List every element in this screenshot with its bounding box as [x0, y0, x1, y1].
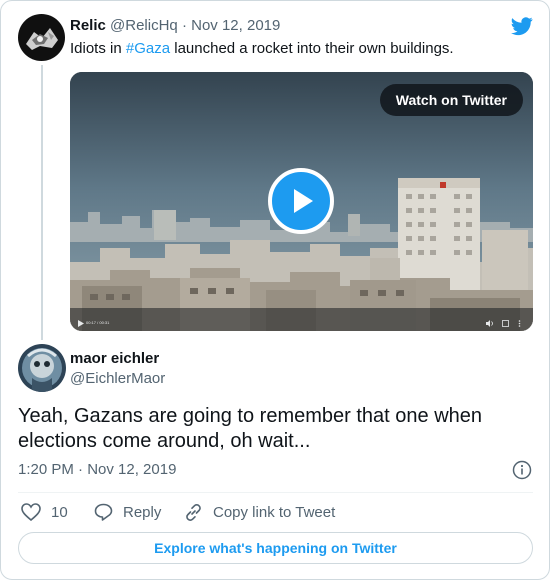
info-icon[interactable] — [512, 460, 532, 480]
volume-icon[interactable] — [486, 320, 494, 327]
parent-author-handle[interactable]: @RelicHq — [110, 17, 178, 34]
parent-tweet-header: Relic @RelicHq · Nov 12, 2019 — [70, 17, 280, 35]
actions-divider — [18, 492, 533, 493]
tweet-embed-card: Relic @RelicHq · Nov 12, 2019 Idiots in … — [0, 0, 550, 580]
tweet-author-name[interactable]: maor eichler — [70, 350, 159, 368]
copy-link-label: Copy link to Tweet — [213, 503, 336, 521]
small-play-icon[interactable] — [78, 320, 84, 327]
thread-connector-line — [41, 65, 43, 340]
parent-text-before: Idiots in — [70, 40, 126, 57]
header-separator: · — [181, 17, 187, 34]
parent-tweet-text: Idiots in #Gaza launched a rocket into t… — [70, 39, 454, 59]
explore-twitter-button[interactable]: Explore what's happening on Twitter — [18, 532, 533, 564]
video-controls-bar: 00:17 / 00:31 — [70, 317, 533, 331]
video-time: 00:17 / 00:31 — [86, 320, 110, 325]
video-player[interactable]: Watch on Twitter 00:17 / 00:31 — [70, 72, 533, 331]
twitter-logo-icon[interactable] — [510, 15, 534, 37]
like-button[interactable]: 10 — [21, 501, 68, 523]
copy-link-button[interactable]: Copy link to Tweet — [184, 501, 335, 523]
link-icon — [186, 503, 201, 521]
like-count: 10 — [51, 503, 68, 521]
tweet-text: Yeah, Gazans are going to remember that … — [18, 405, 483, 452]
tweet-author-handle[interactable]: @EichlerMaor — [70, 370, 165, 388]
heart-icon — [21, 503, 41, 521]
reply-button[interactable]: Reply — [94, 501, 161, 523]
tweet-timestamp[interactable]: 1:20 PM · Nov 12, 2019 — [18, 461, 176, 479]
gif-icon[interactable] — [502, 320, 509, 327]
parent-author-name[interactable]: Relic — [70, 17, 106, 34]
play-icon — [294, 189, 313, 213]
user-avatar-icon — [18, 344, 66, 392]
watch-on-twitter-button[interactable]: Watch on Twitter — [379, 84, 523, 116]
maor-eichler-avatar[interactable] — [18, 344, 66, 392]
relic-avatar[interactable] — [18, 14, 65, 61]
more-options-icon[interactable] — [518, 320, 521, 327]
hashtag-link[interactable]: #Gaza — [126, 40, 170, 57]
play-button[interactable] — [268, 168, 334, 234]
reply-label: Reply — [123, 503, 162, 521]
relic-avatar-icon — [18, 14, 65, 61]
parent-tweet-date[interactable]: Nov 12, 2019 — [191, 17, 280, 34]
reply-icon — [94, 503, 113, 521]
parent-text-after: launched a rocket into their own buildin… — [170, 40, 454, 57]
